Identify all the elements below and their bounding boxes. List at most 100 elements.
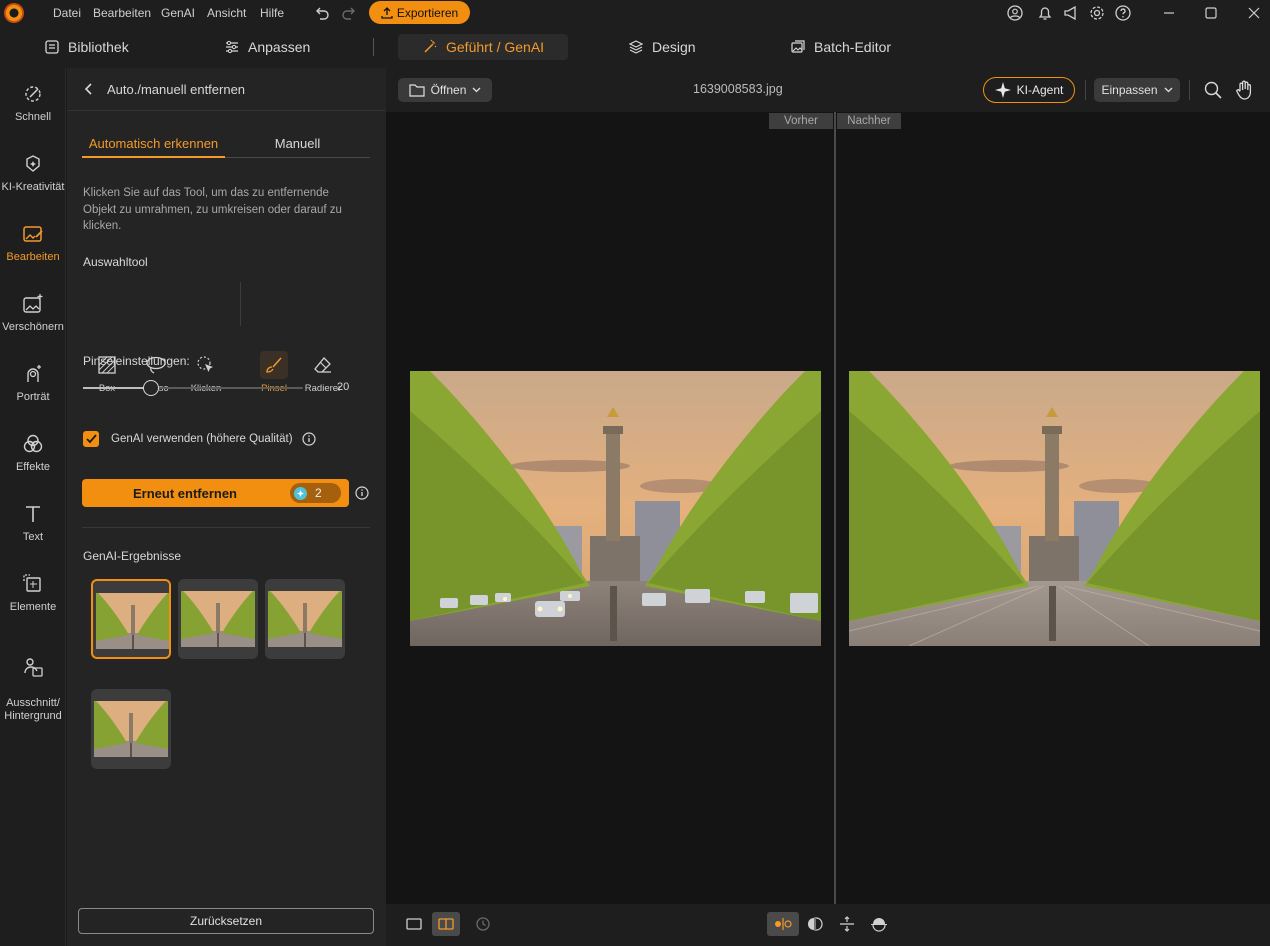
rail-label: Text (22, 531, 44, 543)
tab-manuell[interactable]: Manuell (225, 136, 370, 158)
rail-item-verschoenern[interactable]: Verschönern (0, 292, 66, 333)
compare-mirror-button[interactable] (802, 912, 828, 936)
info-icon[interactable] (355, 486, 369, 500)
brush-size-slider[interactable] (83, 380, 303, 396)
bell-icon[interactable] (1036, 4, 1054, 22)
hand-pan-icon[interactable] (1235, 79, 1255, 101)
tab-genai[interactable]: Geführt / GenAI (398, 34, 569, 60)
compare-vertical-button[interactable] (767, 912, 799, 936)
rail-item-schnell[interactable]: Schnell (0, 82, 66, 123)
left-rail: Schnell KI-Kreativität Bearbeiten Versch… (0, 68, 66, 946)
canvas-bottom-bar (386, 904, 1270, 946)
minimize-icon[interactable] (1160, 4, 1178, 22)
canvas-area: Öffnen 1639008583.jpg KI-Agent Einpassen… (386, 68, 1270, 946)
help-icon[interactable] (1114, 4, 1132, 22)
tab-batch-editor[interactable]: Batch-Editor (790, 34, 891, 60)
tab-design-label: Design (652, 39, 696, 55)
tab-bibliothek[interactable]: Bibliothek (44, 34, 129, 60)
result-image (268, 591, 342, 647)
back-arrow-icon[interactable] (83, 82, 95, 96)
menu-ansicht[interactable]: Ansicht (207, 6, 246, 20)
click-select-icon (197, 356, 213, 372)
export-button[interactable]: Exportieren (369, 1, 470, 24)
rail-item-effekte[interactable]: Effekte (0, 432, 66, 473)
megaphone-icon[interactable] (1062, 4, 1080, 22)
brush-icon (266, 357, 282, 373)
rail-item-elemente[interactable]: Elemente (0, 572, 66, 613)
single-view-icon (406, 918, 422, 930)
rail-item-bearbeiten[interactable]: Bearbeiten (0, 222, 66, 263)
open-dropdown[interactable]: Öffnen (398, 78, 492, 102)
compare-horizontal-icon (840, 916, 854, 932)
tab-batch-editor-label: Batch-Editor (814, 39, 892, 55)
rail-item-portraet[interactable]: Porträt (0, 362, 66, 403)
result-thumbnail-1[interactable] (91, 579, 171, 659)
tab-design[interactable]: Design (628, 34, 696, 60)
tab-automatisch-erkennen[interactable]: Automatisch erkennen (82, 136, 225, 158)
enhance-icon (23, 294, 43, 313)
credits-count: 2 (315, 486, 322, 500)
undo-icon[interactable] (313, 4, 331, 22)
ki-agent-label: KI-Agent (1016, 83, 1064, 97)
result-image (96, 593, 169, 649)
tab-bibliothek-label: Bibliothek (68, 39, 129, 55)
split-view-button[interactable] (432, 912, 460, 936)
rail-item-ausschnitt[interactable]: Ausschnitt/ Hintergrund (0, 642, 66, 723)
split-view-icon (438, 918, 454, 930)
library-icon (45, 40, 59, 54)
menu-bearbeiten[interactable]: Bearbeiten (93, 6, 151, 20)
menu-genai[interactable]: GenAI (161, 6, 195, 20)
fit-dropdown[interactable]: Einpassen (1094, 78, 1180, 102)
file-name: 1639008583.jpg (693, 82, 783, 96)
result-thumbnail-4[interactable] (91, 689, 171, 769)
batch-images-icon (791, 40, 805, 53)
panel-description: Klicken Sie auf das Tool, um das zu entf… (83, 187, 342, 232)
export-label: Exportieren (396, 5, 459, 20)
ai-sparkle-icon (994, 82, 1011, 98)
compare-mirror-icon (808, 917, 823, 931)
info-icon[interactable] (302, 432, 316, 446)
rail-label: Ausschnitt/ Hintergrund (4, 697, 62, 722)
close-icon[interactable] (1245, 4, 1263, 22)
compare-stacked-button[interactable] (866, 912, 892, 936)
account-icon[interactable] (1006, 4, 1024, 22)
compare-horizontal-button[interactable] (834, 912, 860, 936)
open-label: Öffnen (430, 83, 467, 97)
history-button[interactable] (472, 912, 494, 936)
single-view-button[interactable] (400, 912, 428, 936)
compare-divider[interactable] (834, 112, 836, 904)
layers-icon (628, 40, 644, 54)
redo-icon[interactable] (340, 4, 358, 22)
result-thumbnail-2[interactable] (178, 579, 258, 659)
before-image (410, 371, 821, 646)
toolbar-divider (1189, 80, 1190, 100)
result-thumbnail-3[interactable] (265, 579, 345, 659)
ai-creativity-icon (26, 155, 40, 172)
tool-heading: Auswahltool (83, 255, 148, 269)
mode-divider (373, 38, 374, 56)
gear-icon[interactable] (1088, 4, 1106, 22)
sliders-icon (226, 40, 238, 54)
canvas-toolbar: Öffnen 1639008583.jpg KI-Agent Einpassen (386, 68, 1270, 112)
magic-wand-icon (424, 39, 437, 53)
menu-hilfe[interactable]: Hilfe (260, 6, 284, 20)
ki-agent-button[interactable]: KI-Agent (983, 77, 1075, 103)
rail-item-text[interactable]: Text (0, 502, 66, 543)
menu-datei[interactable]: Datei (53, 6, 81, 20)
zoom-search-icon[interactable] (1203, 80, 1223, 100)
panel-title: Auto./manuell entfernen (107, 82, 246, 97)
tool-panel: Auto./manuell entfernen Automatisch erke… (67, 68, 386, 946)
elements-icon (23, 574, 41, 592)
reset-button[interactable]: Zurücksetzen (78, 908, 374, 934)
maximize-icon[interactable] (1202, 4, 1220, 22)
brush-size-value: 20 (337, 381, 350, 393)
eraser-icon (314, 357, 331, 373)
tab-anpassen[interactable]: Anpassen (224, 34, 310, 60)
remove-again-button[interactable]: Erneut entfernen 2 (82, 479, 349, 507)
rail-label: KI-Kreativität (1, 181, 65, 193)
rail-item-ki-kreativitaet[interactable]: KI-Kreativität (0, 152, 66, 193)
brush-settings-label: Pinseleinstellungen: (83, 354, 190, 368)
after-label: Nachher (837, 113, 901, 129)
genai-checkbox[interactable] (83, 431, 99, 447)
tool-label: Radierer (304, 383, 342, 394)
